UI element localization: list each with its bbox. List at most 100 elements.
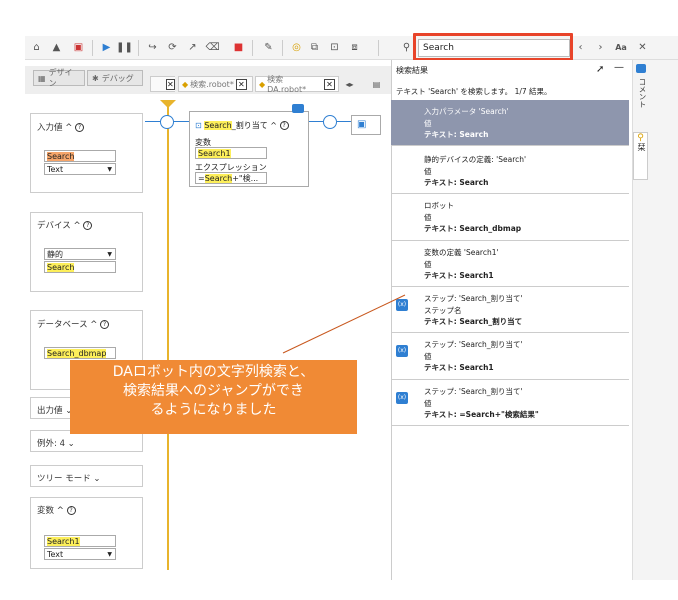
connector-line — [337, 121, 351, 122]
copy-icon[interactable]: ⊡ — [328, 41, 341, 54]
result-line: 値 — [424, 166, 432, 176]
stop-icon[interactable]: ■ — [232, 41, 245, 54]
export-icon[interactable]: ↗ — [186, 41, 199, 54]
database-title: データベース ^ ? — [37, 318, 110, 330]
variables-title: 変数 ^ ? — [37, 504, 76, 516]
next-result-icon[interactable]: › — [594, 41, 607, 54]
help-icon[interactable]: ? — [75, 123, 85, 132]
node-var-field[interactable]: Search1 — [195, 147, 267, 159]
flow-start-marker — [160, 100, 176, 108]
input-value-field[interactable]: Search — [44, 150, 116, 162]
callout-pointer — [282, 294, 406, 354]
sidebar-comment-tab[interactable]: コメント — [637, 78, 648, 108]
device-title: デバイス ^ ? — [37, 219, 93, 231]
output-title[interactable]: 出力値 ⌄ — [37, 404, 72, 416]
result-line: ロボット — [424, 201, 454, 210]
close-robot-icon[interactable]: ▣ — [72, 41, 85, 54]
callout-annotation: DAロボット内の文字列検索と、 検索結果へのジャンプができ るようになりました — [70, 360, 357, 434]
result-line: 値 — [424, 259, 432, 269]
connector-node[interactable] — [323, 115, 337, 129]
variables-type-select[interactable]: Text — [44, 548, 116, 560]
help-icon[interactable]: ? — [279, 121, 289, 130]
help-icon[interactable]: ? — [66, 506, 76, 515]
node-expr-field[interactable]: =Search+"検... — [195, 172, 267, 184]
results-summary: テキスト 'Search' を検索します。 1/7 結果。 — [396, 87, 552, 96]
tab-debug[interactable]: ✱ デバッグ — [87, 70, 143, 86]
database-value-field[interactable]: Search_dbmap — [44, 347, 116, 359]
result-line: 変数の定義 'Search1' — [424, 248, 499, 257]
pause-icon[interactable]: ❚❚ — [116, 41, 133, 54]
variable-step-icon: (x) — [396, 392, 408, 404]
bug-icon: ✱ — [92, 73, 99, 83]
search-icon: ⚲ — [402, 42, 411, 53]
search-result-item[interactable]: (x) ステップ: 'Search_割り当て' 値テキスト: Search1 — [391, 333, 629, 380]
result-line: テキスト: =Search+"検索結果" — [424, 410, 539, 419]
match-case-toggle[interactable]: Aa — [612, 41, 630, 54]
result-line: 入力パラメータ 'Search' — [424, 107, 509, 116]
exceptions-title[interactable]: 例外: 4 ⌄ — [37, 437, 75, 449]
sidebar-bookmark-tab[interactable]: ⚲ 栞 — [633, 132, 648, 180]
tower-icon[interactable]: ▲ — [50, 41, 63, 54]
result-line: テキスト: Search — [424, 130, 489, 139]
tab-hidden[interactable]: ✕ — [150, 76, 175, 92]
tab-design[interactable]: ▦ デザイン — [33, 68, 85, 88]
search-result-item[interactable]: 変数の定義 'Search1' 値テキスト: Search1 — [391, 241, 629, 287]
play-icon[interactable]: ▶ — [100, 41, 113, 54]
clear-icon[interactable]: ⌫ — [205, 41, 219, 54]
search-result-item[interactable]: (x) ステップ: 'Search_割り当て' ステップ名 テキスト: Search_… — [391, 287, 629, 333]
result-line: テキスト: Search_割り当て — [424, 317, 523, 326]
design-icon: ▦ — [38, 73, 46, 83]
refresh-icon[interactable]: ⟳ — [166, 41, 179, 54]
comment-icon[interactable] — [636, 64, 646, 73]
search-result-item[interactable]: 入力パラメータ 'Search' 値テキスト: Search — [391, 100, 629, 146]
next-step-node[interactable]: ▣ — [351, 115, 381, 135]
result-line: ステップ: 'Search_割り当て' — [424, 387, 523, 396]
device-kind-select[interactable]: 静的 — [44, 248, 116, 260]
tab-list-icon[interactable]: ▤ — [370, 78, 383, 91]
input-title: 入力値 ^ ? — [37, 121, 85, 133]
previous-result-icon[interactable]: ‹ — [574, 41, 587, 54]
tab-scroll-icon[interactable]: ◂▸ — [343, 78, 356, 91]
result-line: ステップ: 'Search_割り当て' — [424, 294, 523, 303]
paste-icon[interactable]: ⧈ — [348, 41, 361, 54]
variable-icon: ⊡ — [195, 121, 202, 130]
close-tab-icon[interactable]: ✕ — [324, 78, 335, 90]
robot-file-icon: ◆ — [259, 79, 266, 89]
comment-icon[interactable] — [292, 104, 304, 113]
robot-file-icon: ◆ — [182, 79, 189, 89]
result-line: テキスト: Search_dbmap — [424, 224, 522, 233]
connector-line — [309, 121, 323, 122]
treemode-title[interactable]: ツリー モード ⌄ — [37, 472, 101, 484]
search-result-item[interactable]: ロボット値テキスト: Search_dbmap — [391, 194, 629, 241]
bookmark-icon: ⚲ — [637, 133, 644, 143]
result-line: 値 — [424, 118, 432, 128]
close-tab-icon[interactable]: ✕ — [235, 78, 247, 90]
help-icon[interactable]: ? — [100, 320, 110, 329]
input-type-select[interactable]: Text — [44, 163, 116, 175]
result-line: 値 — [424, 212, 432, 222]
assign-step-node[interactable]: ⊡ Search_割り当て ^ ? 変数 Search1 エクスプレッション =… — [189, 111, 309, 187]
search-result-item[interactable]: 静的デバイスの定義: 'Search' 値テキスト: Search — [391, 148, 629, 194]
close-tab-icon[interactable]: ✕ — [166, 78, 175, 90]
minimize-icon[interactable]: — — [614, 62, 624, 73]
device-value-field[interactable]: Search — [44, 261, 116, 273]
search-result-item[interactable]: (x) ステップ: 'Search_割り当て' 値テキスト: =Search+"検索… — [391, 380, 629, 426]
connector-node[interactable] — [160, 115, 174, 129]
frame-icon[interactable]: ⧉ — [308, 41, 321, 54]
home-icon[interactable]: ⌂ — [30, 41, 43, 54]
tab-file-searchda-robot[interactable]: ◆ 検索DA.robot* ✕ — [255, 75, 339, 94]
help-icon[interactable]: ? — [83, 221, 93, 230]
result-line: 値 — [424, 351, 432, 361]
tab-file-search-robot[interactable]: ◆ 検索.robot* ✕ — [178, 76, 253, 92]
variables-value-field[interactable]: Search1 — [44, 535, 116, 547]
close-icon[interactable]: ✕ — [636, 41, 649, 54]
results-title: 検索結果 — [396, 66, 428, 75]
pin-icon[interactable]: ➚ — [596, 64, 604, 75]
result-line: テキスト: Search1 — [424, 271, 494, 280]
target-icon[interactable]: ◎ — [290, 41, 303, 54]
result-line: テキスト: Search — [424, 178, 489, 187]
comment-icon[interactable]: ✎ — [262, 41, 275, 54]
step-icon: ▣ — [357, 119, 367, 130]
node-title: ⊡ Search_割り当て ^ ? — [195, 120, 289, 131]
step-icon[interactable]: ↪ — [146, 41, 159, 54]
